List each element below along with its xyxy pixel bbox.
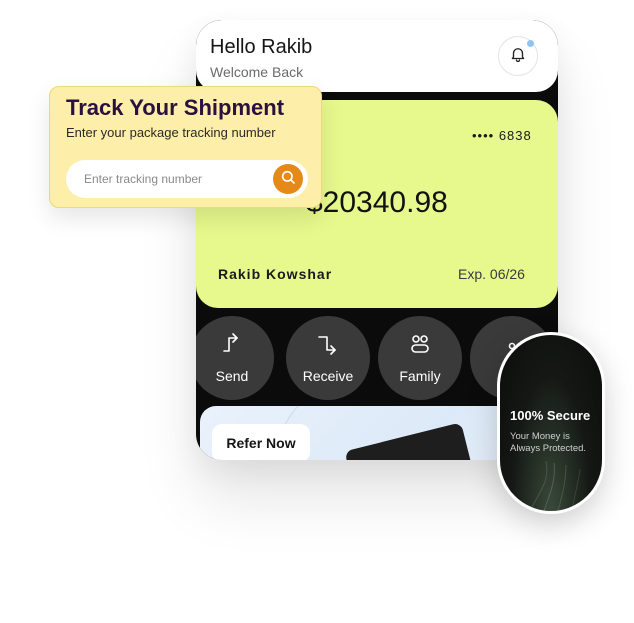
security-glow-decoration bbox=[529, 460, 581, 511]
app-header: Hello Rakib Welcome Back bbox=[196, 20, 558, 92]
family-label: Family bbox=[399, 367, 441, 384]
receive-button[interactable]: Receive bbox=[286, 316, 370, 400]
tracking-number-input[interactable] bbox=[66, 160, 266, 198]
tracker-subtitle: Enter your package tracking number bbox=[66, 125, 276, 140]
card-expiry: Exp. 06/26 bbox=[458, 266, 525, 282]
tracking-search-button[interactable] bbox=[273, 164, 303, 194]
refer-now-button[interactable]: Refer Now bbox=[212, 424, 310, 460]
stage: Hello Rakib Welcome Back •••• 6838 $2034… bbox=[0, 0, 634, 623]
card-number-masked: •••• 6838 bbox=[472, 128, 532, 143]
greeting-subtitle: Welcome Back bbox=[210, 64, 304, 80]
notification-dot bbox=[527, 40, 534, 47]
security-title: 100% Secure bbox=[510, 408, 591, 423]
bell-icon bbox=[509, 45, 527, 68]
family-icon bbox=[408, 333, 432, 360]
receive-label: Receive bbox=[302, 367, 354, 384]
send-label: Send bbox=[215, 367, 249, 384]
card-balance: $20340.98 bbox=[306, 186, 448, 219]
send-arrow-icon bbox=[220, 332, 244, 360]
receive-arrow-icon bbox=[316, 333, 340, 360]
family-button[interactable]: Family bbox=[378, 316, 462, 400]
security-badge: 100% Secure Your Money is Always Protect… bbox=[497, 332, 605, 514]
tracker-title: Track Your Shipment bbox=[66, 95, 285, 120]
notification-button[interactable] bbox=[498, 36, 538, 76]
greeting-title: Hello Rakib bbox=[210, 36, 313, 58]
card-holder-name: Rakib Kowshar bbox=[218, 266, 333, 282]
tracking-input-container bbox=[66, 160, 308, 198]
send-button[interactable]: Send bbox=[196, 316, 274, 400]
search-icon bbox=[280, 169, 296, 190]
shipment-tracker: Track Your Shipment Enter your package t… bbox=[49, 86, 322, 208]
